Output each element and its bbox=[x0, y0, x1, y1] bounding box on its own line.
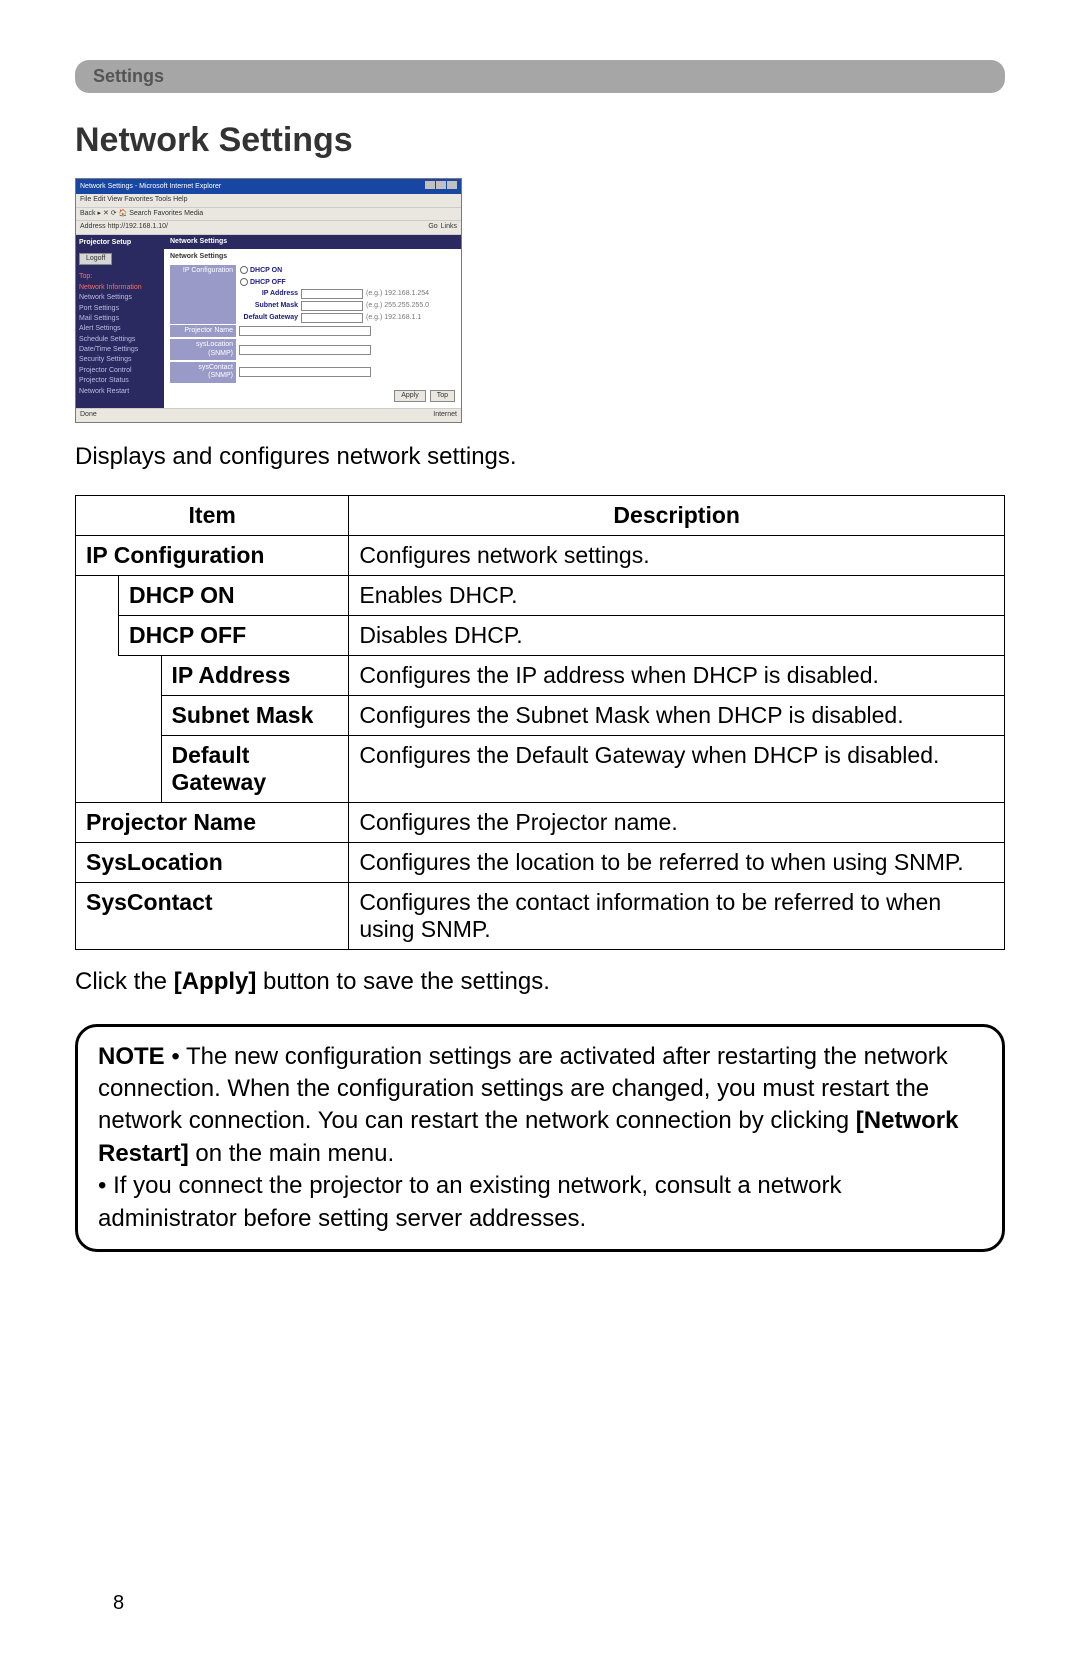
address-value: http://192.168.1.10/ bbox=[108, 223, 168, 230]
sidebar-item[interactable]: Mail Settings bbox=[79, 315, 161, 323]
page-number: 8 bbox=[113, 1592, 1005, 1615]
cell-item: IP Configuration bbox=[76, 535, 349, 575]
projector-name-input[interactable] bbox=[239, 326, 371, 336]
top-button[interactable]: Top bbox=[430, 390, 455, 402]
ip-address-label: IP Address bbox=[240, 290, 298, 298]
sidebar-item[interactable]: Network Settings bbox=[79, 294, 161, 302]
ip-address-hint: (e.g.) 192.168.1.254 bbox=[366, 290, 429, 298]
gateway-input[interactable] bbox=[301, 313, 363, 323]
sidebar-top[interactable]: Top: bbox=[79, 273, 161, 281]
sidebar-item[interactable]: Date/Time Settings bbox=[79, 346, 161, 354]
screenshot-mock: Network Settings - Microsoft Internet Ex… bbox=[75, 178, 462, 423]
intro-text: Displays and configures network settings… bbox=[75, 443, 1005, 471]
dhcp-off-radio[interactable] bbox=[240, 278, 248, 286]
table-row: DHCP ON Enables DHCP. bbox=[76, 575, 1005, 615]
cell-desc: Enables DHCP. bbox=[349, 575, 1005, 615]
cell-item: DHCP OFF bbox=[119, 615, 349, 655]
sidebar-item[interactable]: Port Settings bbox=[79, 305, 161, 313]
cell-desc: Configures the location to be referred t… bbox=[349, 842, 1005, 882]
ipconfig-label: IP Configuration bbox=[170, 265, 236, 323]
dhcp-on-label: DHCP ON bbox=[250, 267, 282, 274]
projector-name-label: Projector Name bbox=[170, 325, 236, 337]
table-row: IP Address Configures the IP address whe… bbox=[76, 655, 1005, 695]
dhcp-off-label: DHCP OFF bbox=[250, 278, 286, 285]
note-box: NOTE • The new configuration settings ar… bbox=[75, 1024, 1005, 1252]
gateway-label: Default Gateway bbox=[240, 314, 298, 322]
address-label: Address bbox=[80, 223, 106, 230]
cell-desc: Disables DHCP. bbox=[349, 615, 1005, 655]
window-titlebar: Network Settings - Microsoft Internet Ex… bbox=[76, 179, 461, 194]
th-description: Description bbox=[349, 495, 1005, 535]
status-right: Internet bbox=[433, 411, 457, 419]
table-row: SysContact Configures the contact inform… bbox=[76, 882, 1005, 949]
sidebar-item[interactable]: Network Restart bbox=[79, 388, 161, 396]
cell-item: SysContact bbox=[76, 882, 349, 949]
cell-item: IP Address bbox=[161, 655, 349, 695]
browser-statusbar: Done Internet bbox=[76, 408, 461, 421]
gateway-hint: (e.g.) 192.168.1.1 bbox=[366, 314, 421, 322]
th-item: Item bbox=[76, 495, 349, 535]
browser-toolbar: Back ▸ ✕ ⟳ 🏠 Search Favorites Media bbox=[76, 208, 461, 221]
subnet-hint: (e.g.) 255.255.255.0 bbox=[366, 302, 429, 310]
apply-button[interactable]: Apply bbox=[394, 390, 426, 402]
sidebar-network-info[interactable]: Network Information bbox=[79, 284, 161, 292]
content-subheader: Network Settings bbox=[164, 249, 461, 265]
syscontact-label: sysContact (SNMP) bbox=[170, 362, 236, 383]
browser-menubar: File Edit View Favorites Tools Help bbox=[76, 194, 461, 207]
window-title: Network Settings - Microsoft Internet Ex… bbox=[80, 183, 221, 191]
cell-desc: Configures the contact information to be… bbox=[349, 882, 1005, 949]
cell-item: SysLocation bbox=[76, 842, 349, 882]
cell-item: DHCP ON bbox=[119, 575, 349, 615]
subnet-input[interactable] bbox=[301, 301, 363, 311]
links-label: Links bbox=[441, 223, 457, 231]
go-button: Go bbox=[428, 223, 437, 231]
cell-desc: Configures the Subnet Mask when DHCP is … bbox=[349, 695, 1005, 735]
dhcp-on-radio[interactable] bbox=[240, 266, 248, 274]
sidebar-item[interactable]: Projector Status bbox=[79, 377, 161, 385]
table-row: SysLocation Configures the location to b… bbox=[76, 842, 1005, 882]
table-row: Default Gateway Configures the Default G… bbox=[76, 735, 1005, 802]
note-label: NOTE bbox=[98, 1043, 165, 1070]
content-area: Network Settings Network Settings IP Con… bbox=[164, 235, 461, 409]
ip-address-input[interactable] bbox=[301, 289, 363, 299]
syscontact-input[interactable] bbox=[239, 367, 371, 377]
cell-item: Subnet Mask bbox=[161, 695, 349, 735]
cell-desc: Configures network settings. bbox=[349, 535, 1005, 575]
syslocation-label: sysLocation (SNMP) bbox=[170, 339, 236, 360]
apply-instruction: Click the [Apply] button to save the set… bbox=[75, 968, 1005, 996]
cell-desc: Configures the Projector name. bbox=[349, 802, 1005, 842]
page-heading: Network Settings bbox=[75, 121, 1005, 160]
cell-desc: Configures the IP address when DHCP is d… bbox=[349, 655, 1005, 695]
table-row: IP Configuration Configures network sett… bbox=[76, 535, 1005, 575]
cell-desc: Configures the Default Gateway when DHCP… bbox=[349, 735, 1005, 802]
logoff-button[interactable]: Logoff bbox=[79, 253, 112, 265]
sidebar-item[interactable]: Projector Control bbox=[79, 367, 161, 375]
status-left: Done bbox=[80, 411, 97, 419]
cell-item: Default Gateway bbox=[161, 735, 349, 802]
sidebar-item[interactable]: Alert Settings bbox=[79, 325, 161, 333]
table-row: Subnet Mask Configures the Subnet Mask w… bbox=[76, 695, 1005, 735]
browser-addressbar: Address http://192.168.1.10/ Go Links bbox=[76, 221, 461, 234]
settings-table: Item Description IP Configuration Config… bbox=[75, 495, 1005, 950]
syslocation-input[interactable] bbox=[239, 345, 371, 355]
content-header: Network Settings bbox=[164, 235, 461, 249]
sidebar: Projector Setup Logoff Top: Network Info… bbox=[76, 235, 164, 409]
cell-item: Projector Name bbox=[76, 802, 349, 842]
section-bar: Settings bbox=[75, 60, 1005, 93]
table-row: Projector Name Configures the Projector … bbox=[76, 802, 1005, 842]
subnet-label: Subnet Mask bbox=[240, 302, 298, 310]
table-row: DHCP OFF Disables DHCP. bbox=[76, 615, 1005, 655]
window-buttons bbox=[424, 181, 457, 192]
sidebar-item[interactable]: Security Settings bbox=[79, 356, 161, 364]
sidebar-item[interactable]: Schedule Settings bbox=[79, 336, 161, 344]
sidebar-brand: Projector Setup bbox=[79, 239, 161, 247]
